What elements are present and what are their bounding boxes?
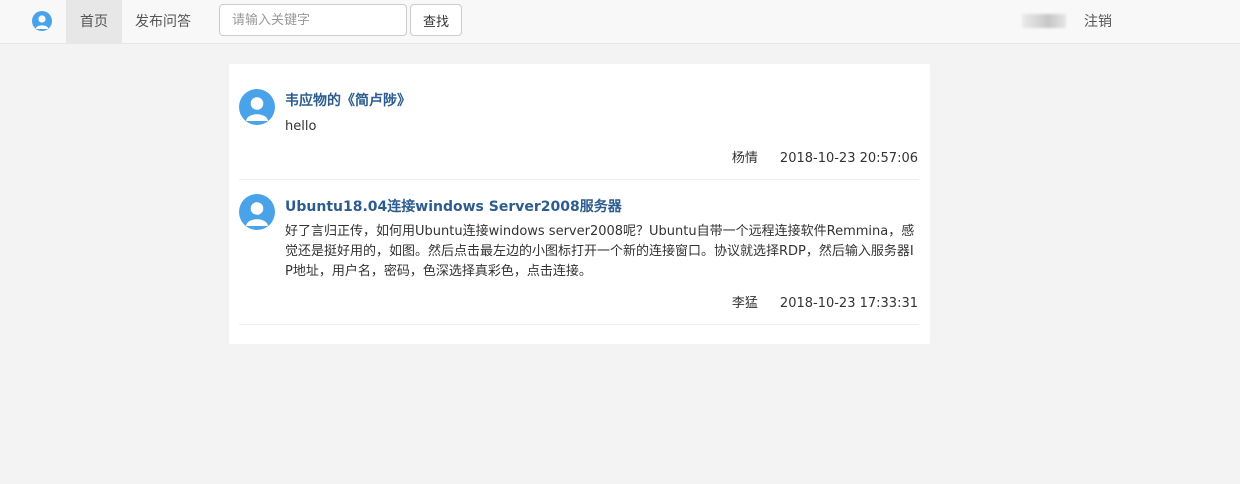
nav-home-link[interactable]: 首页 [66, 0, 122, 44]
logo-user-icon[interactable] [32, 11, 52, 31]
post-list-panel: 韦应物的《简卢陟》 hello 杨情 2018-10-23 20:57:06 Ub… [229, 64, 930, 344]
post-author: 杨情 [731, 151, 758, 166]
post-title-link[interactable]: Ubuntu18.04连接windows Server2008服务器 [285, 196, 622, 216]
post-item: 韦应物的《简卢陟》 hello 杨情 2018-10-23 20:57:06 [239, 64, 919, 180]
post-meta: 杨情 2018-10-23 20:57:06 [732, 147, 918, 166]
post-content: 好了言归正传，如何用Ubuntu连接windows server2008呢？Ub… [285, 224, 915, 279]
nav-ask-link[interactable]: 发布问答 [124, 0, 202, 44]
post-title-link[interactable]: 韦应物的《简卢陟》 [285, 90, 411, 110]
post-time: 2018-10-23 20:57:06 [779, 151, 918, 166]
navbar: 首页 发布问答 查找 注销 [0, 0, 1240, 44]
user-avatar-icon [239, 194, 275, 230]
search-button[interactable]: 查找 [410, 4, 462, 36]
post-content: hello [285, 119, 317, 134]
post-author: 李猛 [731, 296, 758, 311]
search-input[interactable] [219, 4, 407, 36]
username-blurred [1022, 14, 1066, 28]
logout-link[interactable]: 注销 [1072, 0, 1124, 44]
post-item: Ubuntu18.04连接windows Server2008服务器 好了言归正… [239, 180, 919, 325]
post-time: 2018-10-23 17:33:31 [779, 296, 918, 311]
post-meta: 李猛 2018-10-23 17:33:31 [732, 292, 918, 311]
user-avatar-icon [239, 89, 275, 125]
